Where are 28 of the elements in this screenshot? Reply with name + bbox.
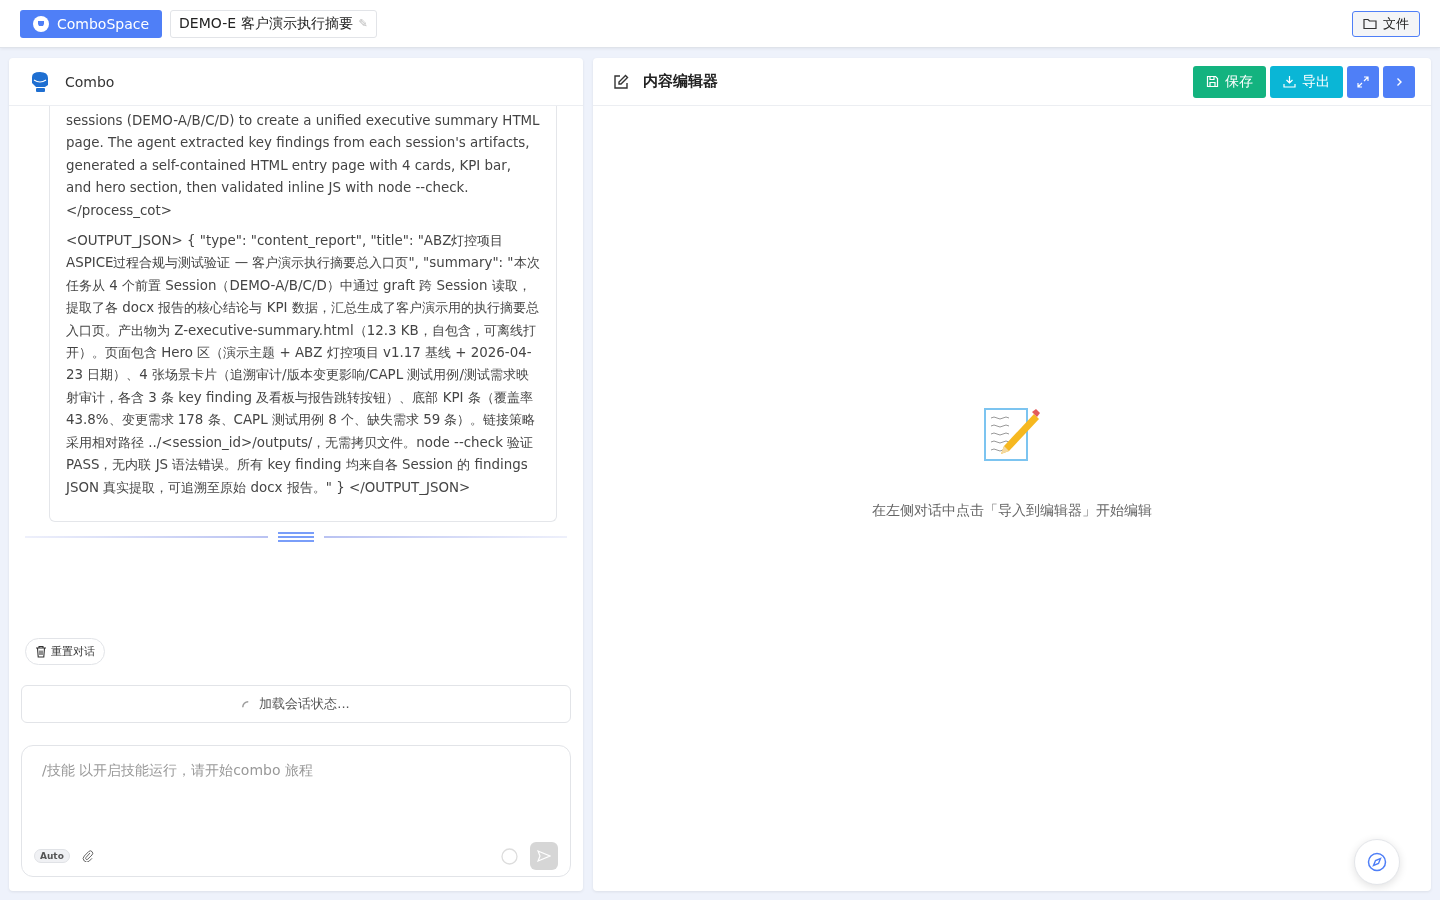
- message-text: <OUTPUT_JSON> { "type": "content_report", "title": "ABZ灯控项目ASPICE过程合规与测试验证 — 客户演示执行摘要总入口页", "summary": "本次任务从 4 个前置 Session（DEMO-A/B/C/D）中通过 graft 跨 Session 读取，提取了各 docx 报告的核心结论与 KPI 数据，汇总生成了客户演示用的执行摘要总入口页。产出物为 Z-executive-summary.html（12.3 KB，自包含，可离线打开）。页面包含 Hero 区（演示主题 + ABZ 灯控项目 v1.17 基线 + 2026-04-23 日期）、4 张场景卡片（追溯审计/版本变更影响/CAPL 测试用例/测试需求映射审计，各含 3 条 key finding 及看板与报告跳转按钮）、底部 KPI 条（覆盖率 43.8%、变更需求 178 条、CAPL 测试用例 8 个、缺失需求 59 条）。链接策略采用相对路径 ../<session_id>/outputs/，无需拷贝文件。node --check 验证 PASS，无内联 JS 语法错误。所有 key finding 均来自各 Session 的 findings JSON 真实提取，可追溯至原始 docx 报告。" } </OUTPUT_JSON>: [66, 232, 540, 497]
- send-icon: [537, 850, 551, 862]
- collapse-button[interactable]: [1383, 65, 1415, 98]
- edit-icon: [613, 73, 629, 90]
- expand-icon: [1357, 75, 1369, 88]
- status-circle-icon: [501, 847, 518, 865]
- compass-button[interactable]: [1354, 839, 1400, 885]
- editor-title: 内容编辑器: [643, 72, 718, 91]
- spinner-icon: [242, 700, 250, 708]
- message-text: sessions (DEMO-A/B/C/D) to create a unified executive summary HTML page. The agent extracted key findings from each session's artifacts, generated a self-contained HTML entry page with 4 cards, KPI bar, and hero section, then validated inline JS with node --check. </process_cot>: [66, 112, 540, 220]
- agent-name: Combo: [65, 73, 115, 90]
- compass-icon: [1367, 852, 1387, 872]
- drag-handle-icon[interactable]: [278, 531, 314, 542]
- expand-button[interactable]: [1347, 65, 1379, 98]
- trash-icon: [35, 645, 47, 658]
- session-title-field[interactable]: DEMO-E 客户演示执行摘要 ✎: [170, 9, 377, 38]
- folder-icon: [1363, 17, 1377, 30]
- message-input[interactable]: /技能 以开启技能运行，请开始combo 旅程 Auto: [21, 745, 571, 877]
- empty-hint: 在左侧对话中点击「导入到编辑器」开始编辑: [872, 501, 1152, 520]
- files-button[interactable]: 文件: [1352, 10, 1420, 37]
- brand-button[interactable]: ComboSpace: [20, 9, 163, 38]
- mode-badge[interactable]: Auto: [34, 849, 70, 863]
- memo-pencil-icon: [984, 407, 1040, 462]
- loading-text: 加载会话状态...: [259, 695, 350, 713]
- download-icon: [1283, 75, 1296, 88]
- save-icon: [1206, 75, 1219, 88]
- paperclip-icon[interactable]: [81, 850, 94, 862]
- reset-button[interactable]: 重置对话: [25, 638, 105, 665]
